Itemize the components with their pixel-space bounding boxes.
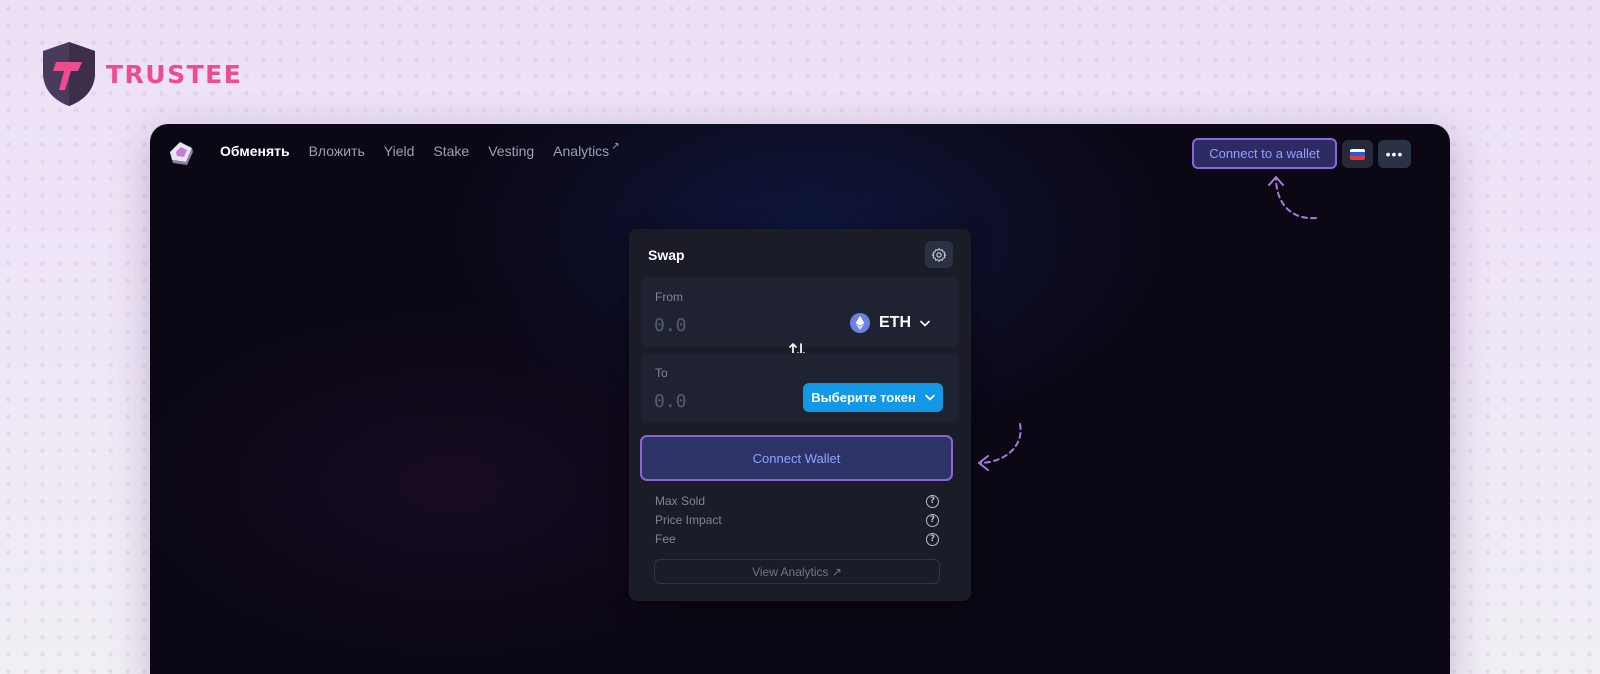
chevron-down-icon xyxy=(920,320,930,327)
info-row-fee: Fee ? xyxy=(655,531,939,547)
nav-item-invest[interactable]: Вложить xyxy=(309,142,365,160)
nav-item-exchange[interactable]: Обменять xyxy=(220,142,290,160)
app-window: Обменять Вложить Yield Stake Vesting Ana… xyxy=(150,124,1450,674)
shield-logo-icon xyxy=(43,42,95,106)
swap-settings-button[interactable] xyxy=(925,241,953,268)
help-icon[interactable]: ? xyxy=(926,532,939,546)
app-logo-icon[interactable] xyxy=(164,136,196,168)
nav-item-yield[interactable]: Yield xyxy=(384,142,415,160)
view-analytics-button[interactable]: View Analytics ↗ xyxy=(654,559,940,584)
price-impact-label: Price Impact xyxy=(655,513,722,527)
more-menu-button[interactable]: ••• xyxy=(1378,140,1411,168)
language-button[interactable] xyxy=(1342,140,1373,168)
swap-card: Swap From ETH xyxy=(629,229,971,601)
max-sold-label: Max Sold xyxy=(655,494,706,508)
from-panel: From ETH xyxy=(642,277,958,347)
to-panel: To Выберите токен xyxy=(642,353,958,423)
external-link-icon: ↗ xyxy=(611,141,620,152)
help-icon[interactable]: ? xyxy=(926,494,939,508)
to-label: To xyxy=(655,366,668,380)
choose-token-button[interactable]: Выберите токен xyxy=(803,383,943,412)
nav-item-analytics-label: Analytics xyxy=(553,143,610,159)
nav-links: Обменять Вложить Yield Stake Vesting Ana… xyxy=(220,142,639,160)
top-nav: Обменять Вложить Yield Stake Vesting Ana… xyxy=(150,124,1450,180)
info-row-price-impact: Price Impact ? xyxy=(655,512,939,528)
info-row-max-sold: Max Sold ? xyxy=(655,493,939,509)
from-token-select[interactable]: ETH xyxy=(850,311,930,335)
ethereum-icon xyxy=(850,313,870,333)
nav-item-stake[interactable]: Stake xyxy=(433,142,469,160)
to-amount-input[interactable] xyxy=(654,389,794,413)
brand-logo: TRUSTEE xyxy=(40,40,242,108)
connect-wallet-top-button[interactable]: Connect to a wallet xyxy=(1192,138,1337,169)
swap-title: Swap xyxy=(648,247,685,263)
from-amount-input[interactable] xyxy=(654,313,794,337)
chevron-down-icon xyxy=(925,394,935,401)
nav-item-vesting[interactable]: Vesting xyxy=(488,142,534,160)
from-label: From xyxy=(655,290,683,304)
connect-wallet-button[interactable]: Connect Wallet xyxy=(640,435,953,481)
help-icon[interactable]: ? xyxy=(926,513,939,527)
nav-item-analytics[interactable]: Analytics ↗ xyxy=(553,142,619,160)
gear-icon xyxy=(931,247,947,262)
fee-label: Fee xyxy=(655,532,676,546)
from-token-symbol: ETH xyxy=(879,314,911,331)
choose-token-label: Выберите токен xyxy=(811,390,916,405)
russia-flag-icon xyxy=(1350,148,1365,160)
brand-name: TRUSTEE xyxy=(106,59,243,89)
